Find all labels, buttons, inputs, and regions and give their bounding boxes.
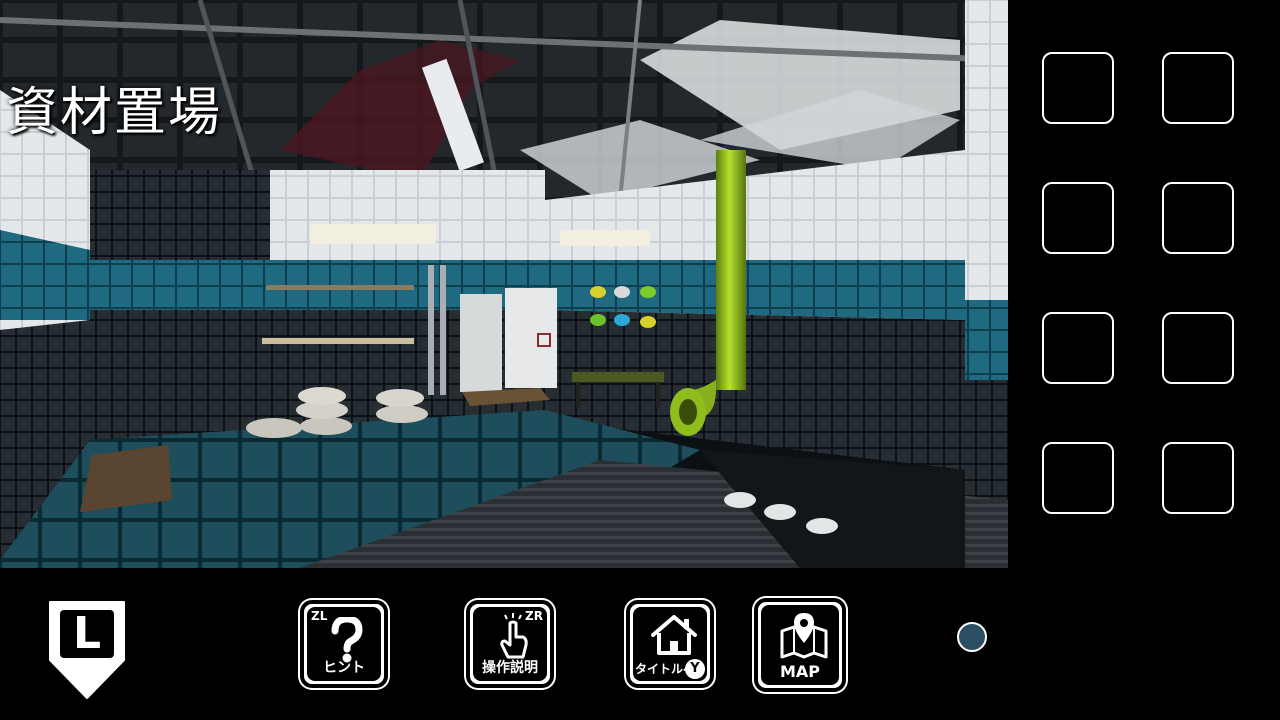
hint-label: ヒント (323, 660, 365, 676)
map-label: MAP (779, 662, 821, 681)
instructions-button[interactable]: ZR 操作説明 (466, 600, 554, 688)
y-button-badge: Y (685, 659, 705, 679)
back-button[interactable]: L (46, 598, 128, 702)
inventory-slot-4[interactable] (1162, 182, 1234, 254)
map-pin-icon (780, 613, 828, 659)
inventory-slot-2[interactable] (1162, 52, 1234, 124)
inventory-slot-8[interactable] (1162, 442, 1234, 514)
back-button-label: L (72, 608, 102, 659)
instructions-label: 操作説明 (482, 660, 538, 676)
room-view[interactable]: 資材置場 (0, 0, 1008, 568)
game-screen: 資材置場 L ZL ヒント ZR 操作説明 タイトルへ Y MAP (0, 0, 1280, 720)
inventory-slot-7[interactable] (1042, 442, 1114, 514)
map-button[interactable]: MAP (754, 598, 846, 692)
tap-hand-icon (500, 613, 528, 659)
hint-shortcut: ZL (311, 609, 328, 623)
bottom-toolbar: L ZL ヒント ZR 操作説明 タイトルへ Y MAP (0, 568, 1280, 720)
inventory-slot-6[interactable] (1162, 312, 1234, 384)
location-title: 資材置場 (6, 83, 223, 143)
inventory-slot-3[interactable] (1042, 182, 1114, 254)
title-screen-button[interactable]: タイトルへ Y (626, 600, 714, 688)
inventory-slot-1[interactable] (1042, 52, 1114, 124)
hint-button[interactable]: ZL ヒント (300, 600, 388, 688)
home-icon (651, 615, 697, 655)
status-indicator (957, 622, 987, 652)
inventory-slot-5[interactable] (1042, 312, 1114, 384)
inventory-panel (1030, 40, 1260, 540)
